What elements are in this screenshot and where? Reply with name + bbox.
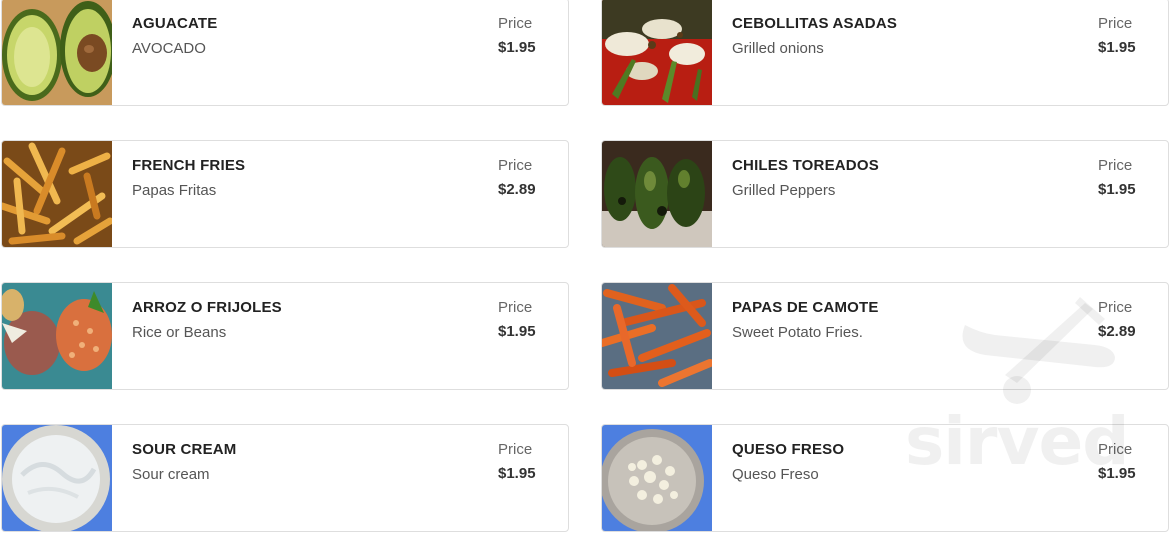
menu-item-card[interactable]: ARROZ O FRIJOLES Rice or Beans Price $1.… [1, 282, 569, 390]
item-price: $1.95 [498, 323, 536, 340]
item-price: $2.89 [498, 181, 536, 198]
item-description: Queso Freso [732, 466, 819, 483]
sour-cream-image [2, 425, 112, 531]
price-label: Price [1098, 441, 1133, 458]
item-description: Grilled onions [732, 40, 824, 57]
item-price: $1.95 [1098, 181, 1136, 198]
item-price: $1.95 [498, 39, 536, 56]
item-description: AVOCADO [132, 40, 206, 57]
grilled-peppers-image [602, 141, 712, 247]
price-label: Price [1098, 299, 1133, 316]
item-name: AGUACATE [132, 15, 218, 32]
item-price: $2.89 [1098, 323, 1136, 340]
queso-fresco-image [602, 425, 712, 531]
menu-item-card[interactable]: SOUR CREAM Sour cream Price $1.95 [1, 424, 569, 532]
item-price: $1.95 [1098, 465, 1136, 482]
grilled-onions-image [602, 0, 712, 105]
item-name: QUESO FRESO [732, 441, 845, 458]
item-name: CEBOLLITAS ASADAS [732, 15, 898, 32]
price-label: Price [498, 441, 533, 458]
item-name: SOUR CREAM [132, 441, 237, 458]
price-label: Price [498, 299, 533, 316]
item-price: $1.95 [498, 465, 536, 482]
item-name: PAPAS DE CAMOTE [732, 299, 879, 316]
item-description: Rice or Beans [132, 324, 227, 341]
item-description: Sweet Potato Fries. [732, 324, 863, 341]
menu-item-card[interactable]: CEBOLLITAS ASADAS Grilled onions Price $… [601, 0, 1169, 106]
price-label: Price [498, 157, 533, 174]
item-price: $1.95 [1098, 39, 1136, 56]
item-name: FRENCH FRIES [132, 157, 246, 174]
menu-item-card[interactable]: QUESO FRESO Queso Freso Price $1.95 [601, 424, 1169, 532]
item-name: ARROZ O FRIJOLES [132, 299, 282, 316]
avocado-image [2, 0, 112, 105]
menu-item-card[interactable]: PAPAS DE CAMOTE Sweet Potato Fries. Pric… [601, 282, 1169, 390]
rice-beans-image [2, 283, 112, 389]
price-label: Price [1098, 157, 1133, 174]
french-fries-image [2, 141, 112, 247]
price-label: Price [1098, 15, 1133, 32]
menu-item-card[interactable]: FRENCH FRIES Papas Fritas Price $2.89 [1, 140, 569, 248]
sweet-potato-fries-image [602, 283, 712, 389]
item-description: Grilled Peppers [732, 182, 836, 199]
item-description: Papas Fritas [132, 182, 217, 199]
item-description: Sour cream [132, 466, 210, 483]
menu-item-card[interactable]: CHILES TOREADOS Grilled Peppers Price $1… [601, 140, 1169, 248]
price-label: Price [498, 15, 533, 32]
menu-item-card[interactable]: AGUACATE AVOCADO Price $1.95 [1, 0, 569, 106]
item-name: CHILES TOREADOS [732, 157, 879, 174]
